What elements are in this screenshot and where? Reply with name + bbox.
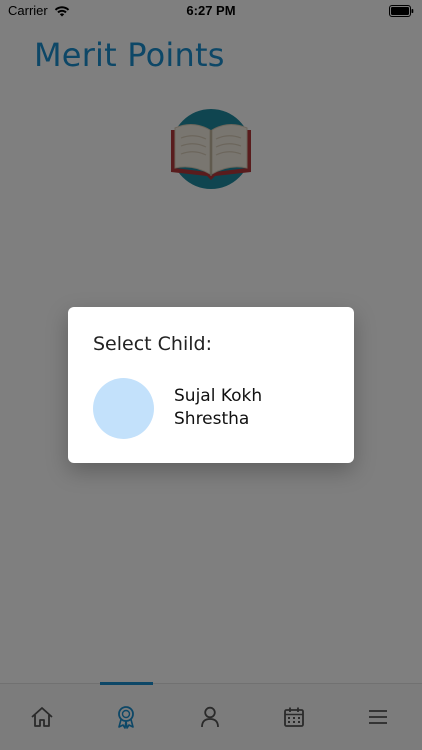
select-child-dialog: Select Child: Sujal Kokh Shrestha xyxy=(68,307,354,463)
dialog-title: Select Child: xyxy=(93,333,212,355)
child-list-item[interactable]: Sujal Kokh Shrestha xyxy=(93,377,333,439)
child-avatar xyxy=(93,377,154,439)
child-name: Sujal Kokh Shrestha xyxy=(174,386,263,429)
